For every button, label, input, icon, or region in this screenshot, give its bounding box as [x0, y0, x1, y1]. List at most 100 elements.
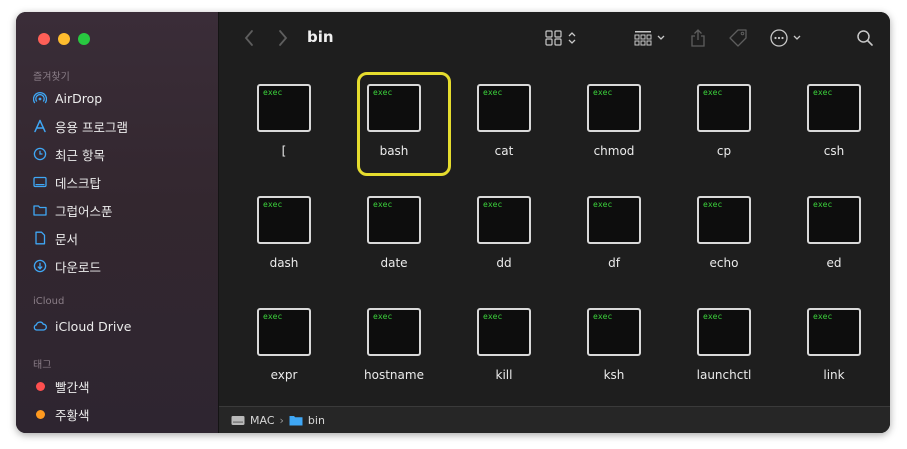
ellipsis-circle-icon	[770, 29, 801, 47]
minimize-window-button[interactable]	[58, 33, 70, 45]
path-current[interactable]: bin	[308, 414, 325, 427]
sidebar-item-downloads[interactable]: 다운로드	[33, 256, 101, 276]
exec-badge: exec	[703, 312, 723, 321]
close-window-button[interactable]	[38, 33, 50, 45]
sidebar-item-icloud-drive[interactable]: iCloud Drive	[33, 316, 131, 336]
file-item[interactable]: exec hostname	[339, 298, 449, 398]
exec-badge: exec	[593, 88, 613, 97]
tag-dot-icon	[36, 381, 45, 391]
zoom-window-button[interactable]	[78, 33, 90, 45]
exec-badge: exec	[703, 200, 723, 209]
view-mode-button[interactable]	[544, 28, 580, 48]
sidebar-item-label: 빨간색	[55, 379, 90, 395]
sidebar-item-desktop[interactable]: 데스크탑	[33, 172, 101, 192]
executable-file-icon: exec	[697, 196, 751, 244]
toolbar: bin	[219, 12, 890, 64]
sidebar-section-icloud: iCloud	[33, 296, 65, 307]
forward-arrow-icon[interactable]	[277, 29, 289, 47]
file-name: bash	[379, 144, 409, 158]
tag-button[interactable]	[727, 28, 749, 48]
file-item[interactable]: exec df	[559, 186, 669, 286]
executable-file-icon: exec	[477, 308, 531, 356]
back-arrow-icon[interactable]	[243, 29, 255, 47]
tag-icon	[729, 29, 747, 47]
file-item[interactable]: exec ed	[779, 186, 889, 286]
sidebar-item-label: 그럽어스푼	[55, 203, 113, 219]
file-item[interactable]: exec dash	[229, 186, 339, 286]
search-button[interactable]	[855, 28, 875, 48]
path-root[interactable]: MAC	[250, 414, 275, 427]
executable-file-icon: exec	[257, 84, 311, 132]
sidebar-item-tag-orange[interactable]: 주황색	[33, 404, 90, 424]
path-separator-icon: ›	[279, 413, 284, 427]
action-menu-button[interactable]	[769, 28, 805, 48]
share-button[interactable]	[689, 28, 707, 48]
file-name: echo	[709, 256, 739, 270]
file-name: date	[380, 256, 408, 270]
file-name: cat	[494, 144, 514, 158]
folder-icon[interactable]	[289, 415, 303, 426]
file-name: ksh	[603, 368, 625, 382]
path-bar: MAC › bin	[219, 406, 890, 433]
file-item[interactable]: exec dd	[449, 186, 559, 286]
sidebar-item-label: 최근 항목	[55, 147, 105, 163]
file-item[interactable]: exec cat	[449, 74, 559, 174]
exec-badge: exec	[263, 200, 283, 209]
clock-icon	[33, 147, 47, 161]
exec-badge: exec	[373, 312, 393, 321]
file-name: [	[281, 144, 287, 158]
sidebar-item-label: 응용 프로그램	[55, 119, 128, 135]
file-item[interactable]: exec echo	[669, 186, 779, 286]
executable-file-icon: exec	[697, 84, 751, 132]
exec-badge: exec	[373, 200, 393, 209]
group-by-button[interactable]	[633, 28, 669, 48]
file-name: link	[823, 368, 845, 382]
executable-file-icon: exec	[367, 84, 421, 132]
sidebar-item-applications[interactable]: 응용 프로그램	[33, 116, 128, 136]
exec-badge: exec	[813, 88, 833, 97]
sidebar-section-tags: 태그	[33, 360, 52, 371]
finder-window: 즐겨찾기 AirDrop 응용 프로그램 최근 항목 데스크탑 그럽어스푼 문서…	[16, 12, 890, 433]
executable-file-icon: exec	[587, 308, 641, 356]
file-name: hostname	[364, 368, 424, 382]
file-item[interactable]: exec [	[229, 74, 339, 174]
sidebar-item-label: 주황색	[55, 407, 90, 423]
sidebar-item-home-folder[interactable]: 그럽어스푼	[33, 200, 113, 220]
sidebar-item-documents[interactable]: 문서	[33, 228, 78, 248]
executable-file-icon: exec	[367, 196, 421, 244]
file-item[interactable]: exec kill	[449, 298, 559, 398]
sidebar-item-label: iCloud Drive	[55, 318, 132, 334]
file-item[interactable]: exec date	[339, 186, 449, 286]
exec-badge: exec	[483, 312, 503, 321]
file-name: csh	[823, 144, 845, 158]
file-name: launchctl	[696, 368, 752, 382]
sidebar-item-label: 데스크탑	[55, 175, 102, 191]
sidebar-item-label: 문서	[55, 231, 79, 247]
file-item[interactable]: exec link	[779, 298, 889, 398]
executable-file-icon: exec	[477, 196, 531, 244]
executable-file-icon: exec	[367, 308, 421, 356]
file-item[interactable]: exec chmod	[559, 74, 669, 174]
exec-badge: exec	[263, 312, 283, 321]
document-icon	[35, 231, 46, 245]
file-name: chmod	[593, 144, 635, 158]
desktop-icon	[33, 176, 47, 188]
sidebar-section-favorites: 즐겨찾기	[33, 72, 70, 83]
window-controls	[38, 33, 90, 45]
folder-icon	[33, 205, 47, 216]
hard-drive-icon[interactable]	[231, 415, 245, 426]
sidebar-item-tag-red[interactable]: 빨간색	[33, 376, 90, 396]
window-title: bin	[307, 28, 334, 46]
file-item[interactable]: exec launchctl	[669, 298, 779, 398]
file-item[interactable]: exec cp	[669, 74, 779, 174]
file-name: ed	[826, 256, 842, 270]
applications-icon	[34, 119, 46, 133]
file-item[interactable]: exec csh	[779, 74, 889, 174]
sidebar-item-airdrop[interactable]: AirDrop	[33, 88, 102, 108]
cloud-icon	[33, 321, 47, 331]
file-item[interactable]: exec expr	[229, 298, 339, 398]
sidebar-item-recents[interactable]: 최근 항목	[33, 144, 105, 164]
share-icon	[691, 29, 705, 47]
file-item[interactable]: exec bash	[339, 74, 449, 174]
file-item[interactable]: exec ksh	[559, 298, 669, 398]
